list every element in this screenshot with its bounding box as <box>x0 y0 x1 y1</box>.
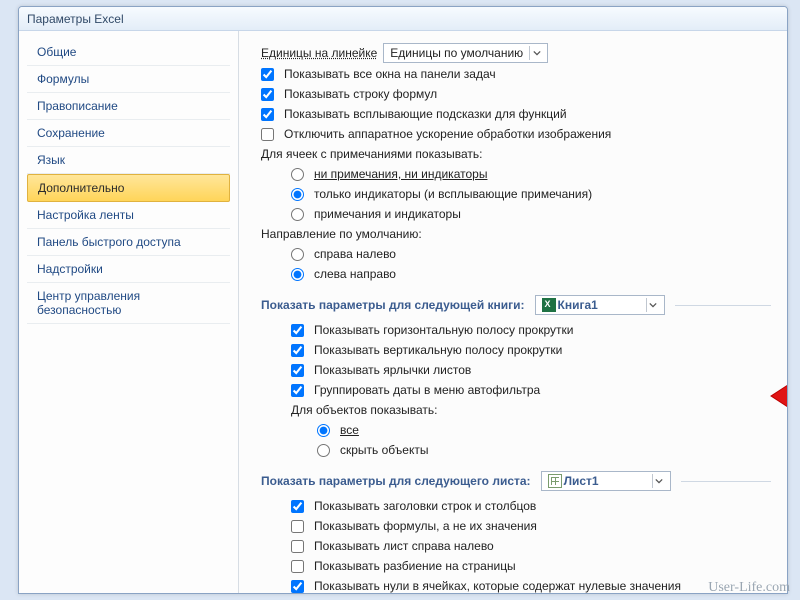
pagebreaks-checkbox[interactable] <box>291 560 304 573</box>
ruler-row: Единицы на линейке Единицы по умолчанию <box>261 43 771 63</box>
comments-indicators-label: только индикаторы (и всплывающие примеча… <box>314 185 592 203</box>
workbook-combo-value: Книга1 <box>558 298 640 312</box>
titlebar: Параметры Excel <box>19 7 787 31</box>
workbook-icon <box>542 298 556 312</box>
nav-item-addins[interactable]: Надстройки <box>27 256 230 283</box>
ruler-units-combo[interactable]: Единицы по умолчанию <box>383 43 548 63</box>
nav-item-formulas[interactable]: Формулы <box>27 66 230 93</box>
workbook-combo[interactable]: Книга1 <box>535 295 665 315</box>
show-formula-bar-label: Показывать строку формул <box>284 85 437 103</box>
objects-hide-radio[interactable] <box>317 444 330 457</box>
disable-hw-label: Отключить аппаратное ускорение обработки… <box>284 125 611 143</box>
comments-indicators-radio[interactable] <box>291 188 304 201</box>
comments-none-radio[interactable] <box>291 168 304 181</box>
nav-item-ribbon[interactable]: Настройка ленты <box>27 202 230 229</box>
nav-item-proofing[interactable]: Правописание <box>27 93 230 120</box>
chevron-down-icon <box>652 474 666 488</box>
sheet-icon <box>548 474 562 488</box>
hscroll-label: Показывать горизонтальную полосу прокрут… <box>314 321 573 339</box>
sheet-tabs-label: Показывать ярлычки листов <box>314 361 471 379</box>
sheet-rtl-checkbox[interactable] <box>291 540 304 553</box>
objects-heading: Для объектов показывать: <box>261 401 771 419</box>
zeros-label: Показывать нули в ячейках, которые содер… <box>314 577 681 593</box>
sheet-combo-value: Лист1 <box>564 474 646 488</box>
sheet-rtl-label: Показывать лист справа налево <box>314 537 494 555</box>
disable-hw-checkbox[interactable] <box>261 128 274 141</box>
comments-heading: Для ячеек с примечаниями показывать: <box>261 145 771 163</box>
content-panel: Единицы на линейке Единицы по умолчанию … <box>239 31 787 593</box>
formulas-checkbox[interactable] <box>291 520 304 533</box>
chevron-down-icon <box>646 298 660 312</box>
formulas-label: Показывать формулы, а не их значения <box>314 517 537 535</box>
show-all-windows-label: Показывать все окна на панели задач <box>284 65 496 83</box>
direction-rtl-radio[interactable] <box>291 248 304 261</box>
window-title: Параметры Excel <box>27 12 124 26</box>
hscroll-checkbox[interactable] <box>291 324 304 337</box>
comments-both-radio[interactable] <box>291 208 304 221</box>
watermark: User-Life.com <box>708 580 790 596</box>
sheet-combo[interactable]: Лист1 <box>541 471 671 491</box>
workbook-section-heading: Показать параметры для следующей книги: … <box>261 295 771 315</box>
objects-all-radio[interactable] <box>317 424 330 437</box>
direction-rtl-label: справа налево <box>314 245 396 263</box>
vscroll-checkbox[interactable] <box>291 344 304 357</box>
direction-ltr-radio[interactable] <box>291 268 304 281</box>
show-tooltips-label: Показывать всплывающие подсказки для фун… <box>284 105 567 123</box>
direction-heading: Направление по умолчанию: <box>261 225 771 243</box>
nav-panel: Общие Формулы Правописание Сохранение Яз… <box>19 31 239 593</box>
headers-label: Показывать заголовки строк и столбцов <box>314 497 536 515</box>
show-all-windows-checkbox[interactable] <box>261 68 274 81</box>
ruler-label: Единицы на линейке <box>261 44 377 62</box>
comments-none-label: ни примечания, ни индикаторы <box>314 165 487 183</box>
sheet-section-heading: Показать параметры для следующего листа:… <box>261 471 771 491</box>
pagebreaks-label: Показывать разбиение на страницы <box>314 557 516 575</box>
show-formula-bar-checkbox[interactable] <box>261 88 274 101</box>
nav-item-language[interactable]: Язык <box>27 147 230 174</box>
nav-item-save[interactable]: Сохранение <box>27 120 230 147</box>
show-tooltips-checkbox[interactable] <box>261 108 274 121</box>
ruler-combo-value: Единицы по умолчанию <box>390 44 523 62</box>
vscroll-label: Показывать вертикальную полосу прокрутки <box>314 341 562 359</box>
callout-arrow-icon <box>769 371 787 421</box>
options-dialog: Параметры Excel Общие Формулы Правописан… <box>18 6 788 594</box>
sheet-tabs-checkbox[interactable] <box>291 364 304 377</box>
chevron-down-icon <box>529 46 543 60</box>
objects-hide-label: скрыть объекты <box>340 441 428 459</box>
objects-all-label: все <box>340 421 359 439</box>
comments-both-label: примечания и индикаторы <box>314 205 461 223</box>
nav-item-trust[interactable]: Центр управления безопасностью <box>27 283 230 324</box>
zeros-checkbox[interactable] <box>291 580 304 593</box>
nav-item-qat[interactable]: Панель быстрого доступа <box>27 229 230 256</box>
headers-checkbox[interactable] <box>291 500 304 513</box>
nav-item-advanced[interactable]: Дополнительно <box>27 174 230 202</box>
dialog-body: Общие Формулы Правописание Сохранение Яз… <box>19 31 787 593</box>
nav-item-general[interactable]: Общие <box>27 39 230 66</box>
group-dates-label: Группировать даты в меню автофильтра <box>314 381 540 399</box>
group-dates-checkbox[interactable] <box>291 384 304 397</box>
direction-ltr-label: слева направо <box>314 265 396 283</box>
